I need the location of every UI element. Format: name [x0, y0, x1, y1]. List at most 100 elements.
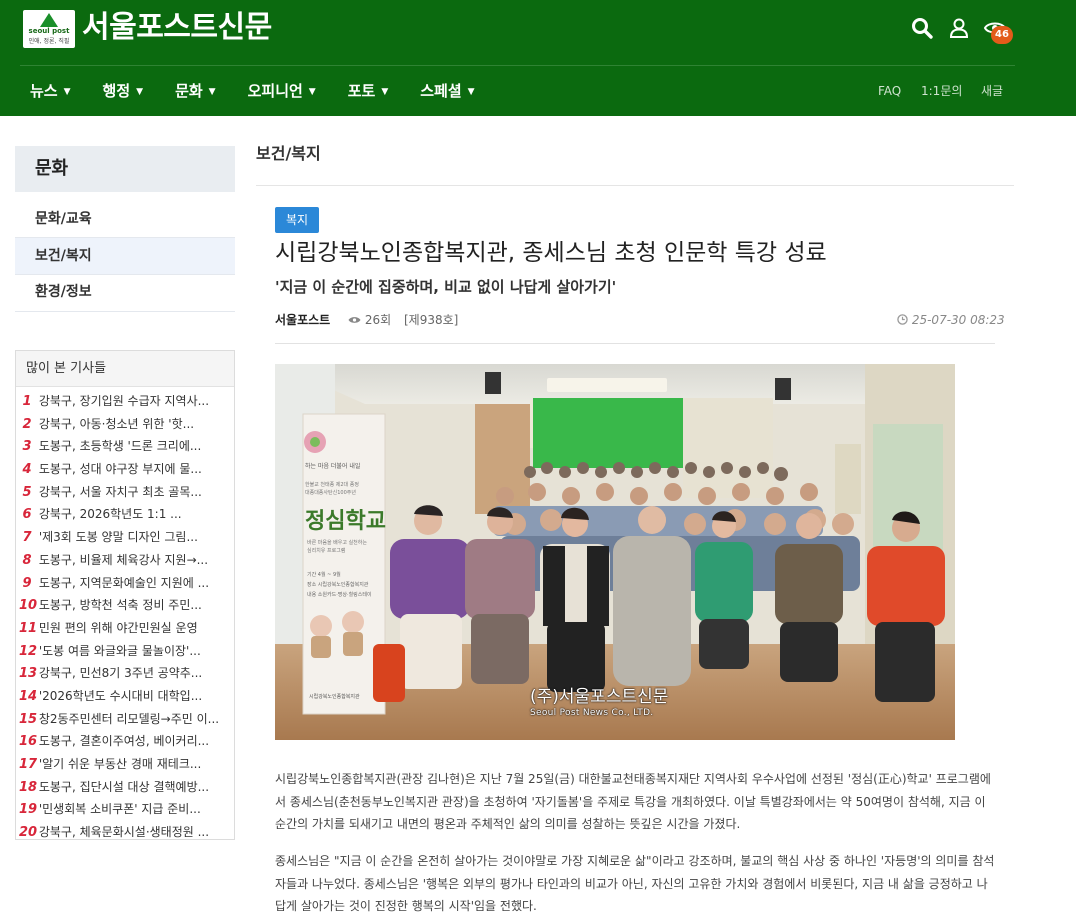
article-photo[interactable]: 하는 마음 더불어 내일 한불교 천태종 제2대 종정 대종대종사탄신100주년… — [275, 364, 955, 740]
popular-article-item[interactable]: 19 '민생회복 소비쿠폰' 지급 준비... — [16, 798, 234, 821]
article-author: 서울포스트 — [275, 313, 331, 327]
popular-article-item[interactable]: 20 강북구, 체육문화시설·생태정원 ... — [16, 821, 234, 844]
popular-article-title: 강북구, 서울 자치구 최초 골목... — [38, 484, 202, 499]
main-nav: 뉴스 ▼ 행정 ▼ 문화 ▼ 오피니언 ▼ 포토 ▼ 스페셜 ▼ — [30, 78, 507, 104]
rank-number: 16 — [19, 734, 38, 750]
rank-number: 12 — [19, 643, 38, 659]
category-badge[interactable]: 복지 — [275, 207, 319, 233]
nav-item-culture[interactable]: 문화 ▼ — [175, 78, 216, 104]
nav-item-special[interactable]: 스페셜 ▼ — [420, 78, 474, 104]
popular-article-item[interactable]: 15 창2동주민센터 리모델링→주민 이... — [16, 708, 234, 731]
logo-mark-icon — [40, 13, 58, 27]
sidebar-item-culture-education[interactable]: 문화/교육 — [15, 201, 235, 237]
new-posts-link[interactable]: 새글 — [981, 78, 1003, 104]
breadcrumb-divider — [256, 185, 1014, 186]
popular-article-title: 강북구, 아동·청소년 위한 '핫... — [38, 416, 195, 431]
article-date: 25-07-30 08:23 — [897, 310, 1005, 330]
rank-number: 5 — [22, 484, 32, 500]
banner-footer: 시립강북노인종합복지관 — [309, 693, 360, 700]
popular-articles-list: 1 강북구, 장기입원 수급자 지역사... 2 강북구, 아동·청소년 위한 '… — [16, 387, 234, 844]
popular-article-title: 도봉구, 성대 야구장 부지에 물... — [38, 462, 202, 477]
article-views: 26회 — [348, 310, 391, 330]
popular-article-title: 강북구, 민선8기 3주년 공약추... — [38, 666, 203, 681]
popular-article-title: '민생회복 소비쿠폰' 지급 준비... — [38, 802, 201, 817]
rank-number: 10 — [19, 598, 38, 614]
popular-article-title: 도봉구, 지역문화예술인 지원에 ... — [38, 575, 210, 590]
popular-article-item[interactable]: 13 강북구, 민선8기 3주년 공약추... — [16, 662, 234, 685]
rank-number: 3 — [22, 439, 32, 455]
popular-article-item[interactable]: 7 '제3회 도봉 양말 디자인 그림... — [16, 526, 234, 549]
nav-item-photo[interactable]: 포토 ▼ — [348, 78, 389, 104]
faq-link[interactable]: FAQ — [878, 78, 901, 104]
popular-article-item[interactable]: 12 '도봉 여름 와글와글 물놀이장'... — [16, 640, 234, 663]
popular-article-title: 도봉구, 방학천 석축 정비 주민... — [38, 598, 202, 613]
popular-articles-box: 많이 본 기사들 1 강북구, 장기입원 수급자 지역사... 2 강북구, 아동… — [15, 350, 235, 840]
rank-number: 20 — [19, 825, 38, 841]
article-paragraph: 시립강북노인종합복지관(관장 김나현)은 지난 7월 25일(금) 대한불교천태… — [275, 772, 991, 831]
user-icon[interactable] — [947, 16, 971, 40]
popular-article-item[interactable]: 9 도봉구, 지역문화예술인 지원에 ... — [16, 572, 234, 595]
popular-article-item[interactable]: 17 '알기 쉬운 부동산 경매 재테크... — [16, 753, 234, 776]
popular-articles-heading: 많이 본 기사들 — [16, 351, 234, 387]
popular-article-item[interactable]: 4 도봉구, 성대 야구장 부지에 물... — [16, 458, 234, 481]
sidebar-item-health-welfare[interactable]: 보건/복지 — [15, 238, 235, 274]
photo-watermark: (주)서울포스트신문 Seoul Post News Co., LTD. — [530, 687, 668, 719]
banner-desc2: 심리치유 프로그램 — [307, 547, 346, 554]
rank-number: 2 — [22, 416, 32, 432]
rank-number: 13 — [19, 666, 38, 682]
popular-article-title: 도봉구, 결혼이주여성, 베이커리... — [38, 734, 210, 749]
banner-title: 정심학교 — [305, 508, 386, 534]
popular-article-item[interactable]: 11 민원 편의 위해 야간민원실 운영 — [16, 617, 234, 640]
popular-article-item[interactable]: 18 도봉구, 집단시설 대상 결핵예방... — [16, 776, 234, 799]
site-title[interactable]: 서울포스트신문 — [82, 8, 272, 48]
banner-row3: 내용 소원카드·명상·힐링스테이 — [307, 591, 372, 598]
rank-number: 11 — [19, 620, 38, 636]
sidebar-item-environment-info[interactable]: 환경/정보 — [15, 274, 235, 310]
popular-article-item[interactable]: 16 도봉구, 결혼이주여성, 베이커리... — [16, 730, 234, 753]
popular-article-item[interactable]: 6 강북구, 2026학년도 1:1 ... — [16, 503, 234, 526]
group-photo-illustration: 하는 마음 더불어 내일 한불교 천태종 제2대 종정 대종대종사탄신100주년… — [275, 364, 955, 740]
clock-icon — [897, 314, 908, 325]
article-subtitle: '지금 이 순간에 집중하며, 비교 없이 나답게 살아가기' — [275, 278, 617, 296]
photo-watermark-ko: (주)서울포스트신문 — [530, 687, 669, 707]
article-paragraph: 종세스님은 "지금 이 순간을 온전히 살아가는 것이야말로 가장 지혜로운 삶… — [275, 854, 995, 913]
popular-article-item[interactable]: 8 도봉구, 비율제 체육강사 지원→... — [16, 549, 234, 572]
header-divider — [20, 65, 1015, 66]
nav-item-opinion[interactable]: 오피니언 ▼ — [248, 78, 316, 104]
notification-badge[interactable]: 46 — [991, 26, 1013, 44]
popular-article-title: 도봉구, 집단시설 대상 결핵예방... — [38, 779, 210, 794]
nav-item-news[interactable]: 뉴스 ▼ — [30, 78, 71, 104]
article-issue: [제938호] — [404, 313, 459, 327]
nav-item-admin[interactable]: 행정 ▼ — [103, 78, 144, 104]
site-logo[interactable]: seoul post 인애, 정론, 직필 — [23, 10, 75, 48]
site-header: seoul post 인애, 정론, 직필 서울포스트신문 46 뉴스 ▼ 행정 ▼… — [0, 0, 1076, 116]
popular-article-title: 도봉구, 초등학생 '드론 크리에... — [38, 439, 202, 454]
banner-desc1: 바른 마음을 배우고 실천하는 — [307, 539, 367, 546]
popular-article-title: '제3회 도봉 양말 디자인 그림... — [38, 530, 198, 545]
rank-number: 4 — [22, 462, 32, 478]
rank-number: 15 — [19, 711, 38, 727]
popular-article-item[interactable]: 1 강북구, 장기입원 수급자 지역사... — [16, 390, 234, 413]
sidebar-divider — [15, 311, 235, 312]
sidebar-heading: 문화 — [15, 146, 235, 192]
rank-number: 6 — [22, 507, 32, 523]
rank-number: 1 — [22, 394, 32, 409]
photo-watermark-en: Seoul Post News Co., LTD. — [530, 708, 654, 718]
rank-number: 8 — [22, 552, 32, 568]
search-icon[interactable] — [910, 16, 934, 40]
popular-article-item[interactable]: 14 '2026학년도 수시대비 대학입... — [16, 685, 234, 708]
popular-article-item[interactable]: 5 강북구, 서울 자치구 최초 골목... — [16, 481, 234, 504]
rank-number: 14 — [19, 688, 38, 704]
inquiry-link[interactable]: 1:1문의 — [921, 78, 962, 104]
popular-article-title: 강북구, 체육문화시설·생태정원 ... — [38, 825, 210, 840]
rank-number: 19 — [19, 802, 38, 818]
popular-article-title: '2026학년도 수시대비 대학입... — [38, 688, 203, 703]
breadcrumb[interactable]: 보건/복지 — [256, 140, 321, 164]
popular-article-title: 도봉구, 비율제 체육강사 지원→... — [38, 552, 209, 567]
banner-slogan: 하는 마음 더불어 내일 — [305, 462, 360, 470]
meta-divider — [275, 343, 995, 344]
date-text: 25-07-30 08:23 — [911, 313, 1005, 327]
popular-article-item[interactable]: 3 도봉구, 초등학생 '드론 크리에... — [16, 435, 234, 458]
popular-article-item[interactable]: 2 강북구, 아동·청소년 위한 '핫... — [16, 413, 234, 436]
popular-article-item[interactable]: 10 도봉구, 방학천 석축 정비 주민... — [16, 594, 234, 617]
